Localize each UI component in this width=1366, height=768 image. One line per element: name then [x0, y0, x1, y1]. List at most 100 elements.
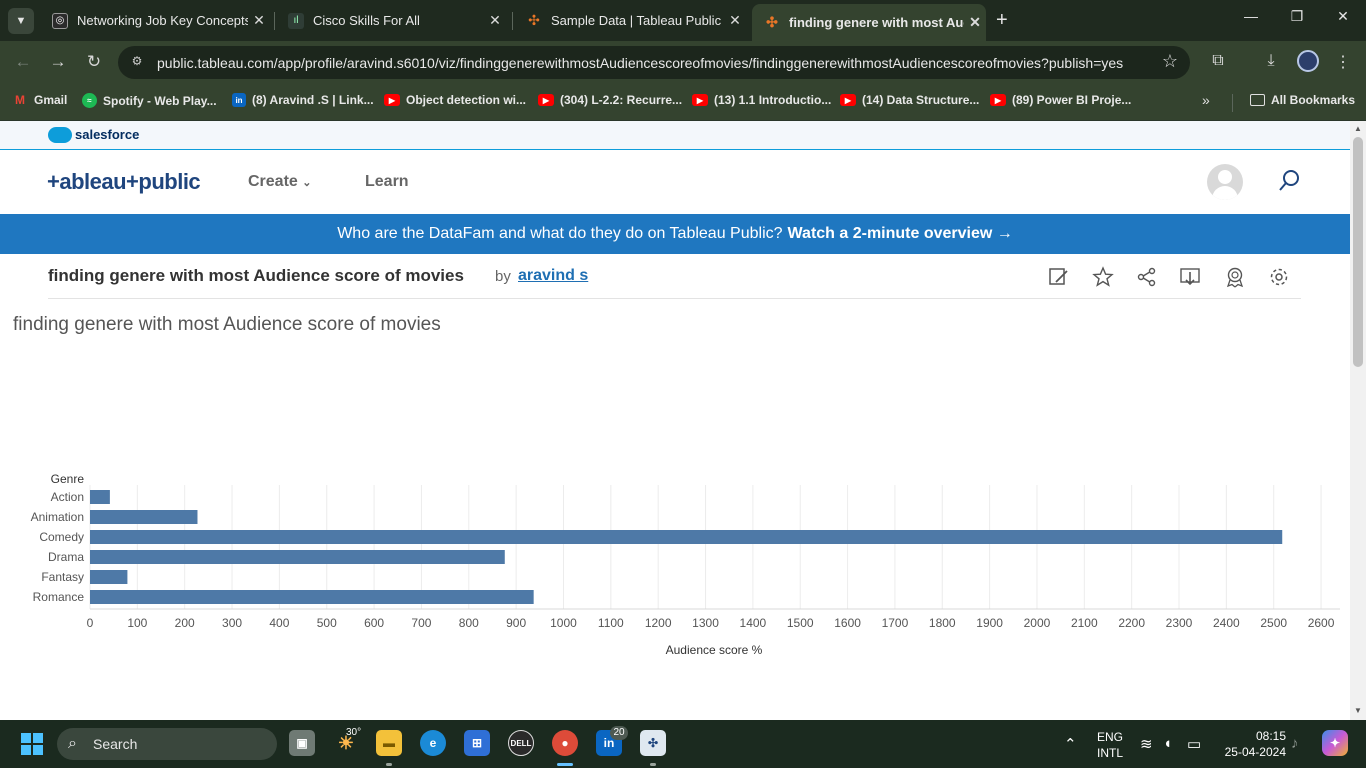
bookmark-spotify[interactable]: ≈ Spotify - Web Play... [82, 93, 217, 108]
youtube-icon: ▶ [384, 94, 400, 106]
file-explorer-icon[interactable]: ▬ [376, 730, 402, 756]
notification-bell-icon[interactable]: ♪ [1291, 735, 1299, 752]
tableau-public-logo[interactable]: +ableau+public [47, 169, 201, 195]
clock[interactable]: 08:15 25-04-2024 [1216, 728, 1286, 760]
page-scrollbar[interactable]: ▲ ▼ [1350, 121, 1366, 720]
banner-link[interactable]: Watch a 2-minute overview → [788, 225, 1013, 243]
start-pane [33, 733, 43, 743]
x-tick-label: 2300 [1166, 616, 1193, 630]
close-icon: ✕ [1337, 8, 1349, 24]
more-bookmarks-button[interactable]: » [1202, 92, 1210, 108]
bookmark-object-detection[interactable]: ▶ Object detection wi... [384, 93, 526, 107]
chrome-icon[interactable]: ● [552, 730, 578, 756]
battery-icon[interactable]: ▭ [1187, 735, 1201, 753]
new-tab-button[interactable]: + [996, 10, 1008, 30]
bar-action[interactable] [90, 490, 110, 504]
tab-networking[interactable]: ◎ Networking Job Key Concepts ✕ [40, 6, 270, 35]
profile-avatar[interactable] [1297, 50, 1319, 72]
bar-animation[interactable] [90, 510, 198, 524]
back-button[interactable]: ← [12, 52, 34, 72]
restore-icon: ❐ [1290, 8, 1304, 24]
bookmark-power-bi[interactable]: ▶ (89) Power BI Proje... [990, 93, 1131, 107]
bookmark-introduction[interactable]: ▶ (13) 1.1 Introductio... [692, 93, 831, 107]
x-tick-label: 200 [175, 616, 195, 630]
bar-romance[interactable] [90, 590, 534, 604]
volume-icon[interactable]: ◖ [1163, 735, 1172, 752]
url-text[interactable]: public.tableau.com/app/profile/aravind.s… [157, 55, 1123, 71]
taskbar-search[interactable]: ⌕ Search [57, 728, 277, 760]
all-bookmarks-button[interactable]: All Bookmarks [1250, 93, 1355, 107]
restore-button[interactable]: ❐ [1282, 8, 1312, 25]
edge-icon[interactable]: e [420, 730, 446, 756]
scroll-thumb[interactable] [1353, 137, 1363, 367]
close-tab-icon[interactable]: ✕ [484, 12, 506, 29]
salesforce-logo-text[interactable]: salesforce [75, 127, 139, 142]
close-tab-icon[interactable]: ✕ [964, 14, 986, 31]
favorite-star-icon[interactable] [1092, 266, 1114, 288]
datafam-banner[interactable]: Who are the DataFam and what do they do … [0, 214, 1350, 254]
wifi-icon[interactable]: ≋ [1140, 735, 1153, 753]
close-tab-icon[interactable]: ✕ [248, 12, 270, 29]
bookmark-linkedin[interactable]: in (8) Aravind .S | Link... [232, 93, 374, 107]
bookmark-data-structure[interactable]: ▶ (14) Data Structure... [840, 93, 979, 107]
close-window-button[interactable]: ✕ [1328, 8, 1358, 25]
author-link[interactable]: aravind s [518, 267, 588, 285]
keyboard-layout: INTL [1096, 746, 1123, 760]
settings-gear-icon[interactable] [1268, 266, 1290, 288]
viz-title: finding genere with most Audience score … [48, 266, 464, 285]
forward-button[interactable]: → [47, 52, 69, 72]
tableau-icon: ✣ [528, 12, 540, 28]
kebab-menu-icon: ⋮ [1335, 54, 1351, 71]
site-info-icon[interactable]: ⚙ [128, 54, 146, 72]
chevron-up-icon[interactable]: ⌃ [1064, 735, 1077, 753]
tableau-app-icon[interactable]: ✣ [640, 730, 666, 756]
x-tick-label: 2200 [1118, 616, 1145, 630]
reload-button[interactable]: ↻ [83, 52, 105, 72]
minimize-button[interactable]: — [1236, 8, 1266, 24]
bookmark-label: (8) Aravind .S | Link... [252, 93, 374, 107]
bar-fantasy[interactable] [90, 570, 128, 584]
tab-finding-genere[interactable]: ✣ finding genere with most Audience scor… [752, 4, 986, 41]
clock-date: 25-04-2024 [1224, 745, 1286, 759]
extensions-button[interactable]: ⧉ [1207, 52, 1229, 70]
download-icon: ⤓ [1267, 52, 1275, 69]
browser-toolbar: ← → ↻ ⚙ public.tableau.com/app/profile/a… [0, 41, 1366, 84]
close-tab-icon[interactable]: ✕ [724, 12, 746, 29]
downloads-button[interactable]: ⤓ [1260, 52, 1282, 70]
download-viz-icon[interactable] [1179, 266, 1201, 288]
scroll-down-icon[interactable]: ▼ [1350, 706, 1366, 715]
x-tick-label: 1000 [550, 616, 577, 630]
openai-icon: ◎ [52, 12, 68, 29]
bookmark-star-icon[interactable]: ☆ [1162, 51, 1178, 72]
bar-drama[interactable] [90, 550, 505, 564]
nav-learn[interactable]: Learn [365, 173, 409, 191]
copilot-icon[interactable]: ✦ [1322, 730, 1348, 756]
bookmark-gmail[interactable]: M Gmail [12, 93, 67, 107]
store-icon[interactable]: ⊞ [464, 730, 490, 756]
tab-cisco[interactable]: ıl Cisco Skills For All ✕ [276, 6, 506, 35]
address-bar[interactable]: ⚙ public.tableau.com/app/profile/aravind… [118, 46, 1190, 79]
chart-bars [90, 490, 1283, 604]
dell-icon[interactable]: DELL [508, 730, 534, 756]
edit-viz-icon[interactable] [1048, 266, 1070, 288]
windows-start-button[interactable] [21, 733, 43, 755]
badge-icon[interactable] [1224, 266, 1246, 288]
x-tick-label: 500 [317, 616, 337, 630]
tab-search-button[interactable]: ▼ [8, 8, 34, 34]
x-tick-label: 1700 [882, 616, 909, 630]
task-view-icon[interactable]: ▣ [289, 730, 315, 756]
plus-icon: + [996, 9, 1008, 31]
tab-sample-data[interactable]: ✣ Sample Data | Tableau Public ✕ [514, 6, 746, 35]
bookmark-recurrence[interactable]: ▶ (304) L-2.2: Recurre... [538, 93, 682, 107]
taskbar-indicator [650, 763, 656, 766]
bar-comedy[interactable] [90, 530, 1283, 544]
category-label: Drama [48, 550, 84, 564]
share-icon[interactable] [1136, 266, 1158, 288]
browser-menu-button[interactable]: ⋮ [1332, 52, 1354, 72]
scroll-up-icon[interactable]: ▲ [1350, 124, 1366, 133]
bookmark-label: (304) L-2.2: Recurre... [560, 93, 683, 107]
language-indicator[interactable]: ENG INTL [1094, 729, 1126, 761]
nav-create[interactable]: Create ⌄ [248, 173, 311, 191]
search-icon[interactable] [1278, 169, 1300, 193]
user-avatar[interactable] [1207, 164, 1243, 200]
